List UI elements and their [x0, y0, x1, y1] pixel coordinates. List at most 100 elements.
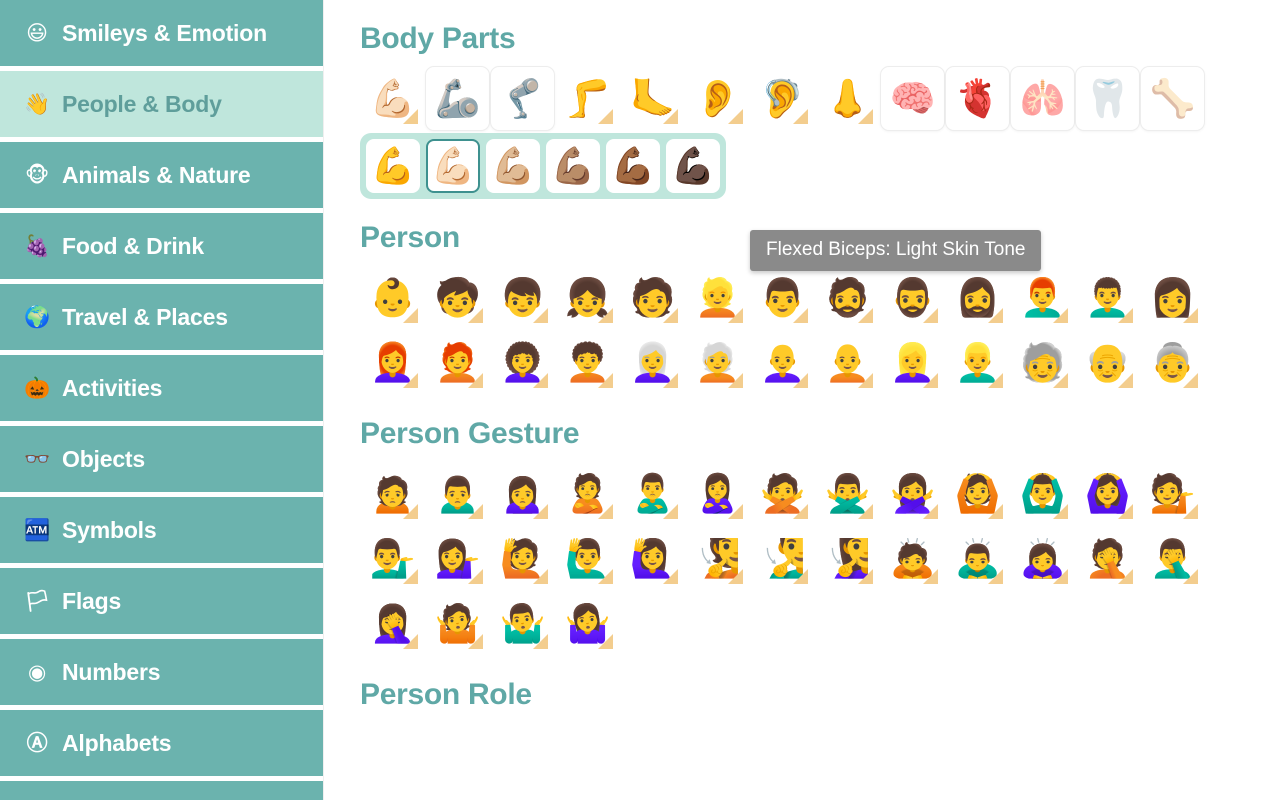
emoji-man-beard[interactable]: 🧔‍♂️ — [880, 265, 945, 330]
circled-a-icon: Ⓐ — [26, 731, 48, 755]
emoji-bone[interactable]: 🦴 — [1140, 66, 1205, 131]
grapes-icon: 🍇 — [24, 234, 50, 258]
jack-o-lantern-icon: 🎃 — [24, 376, 50, 400]
emoji-woman-frowning[interactable]: 🙍‍♀️ — [490, 461, 555, 526]
emoji-person-pouting[interactable]: 🙎 — [555, 461, 620, 526]
skin-tone-flexed-biceps-medium-skin-tone[interactable]: 💪🏽 — [546, 139, 600, 193]
emoji-woman-raising-hand[interactable]: 🙋‍♀️ — [620, 526, 685, 591]
emoji-man-gesturing-ok[interactable]: 🙆‍♂️ — [1010, 461, 1075, 526]
sidebar-item-symbols[interactable]: 🏧 Symbols — [0, 497, 323, 563]
emoji-tooth[interactable]: 🦷 — [1075, 66, 1140, 131]
sidebar-item-food-drink[interactable]: 🍇 Food & Drink — [0, 213, 323, 279]
emoji-person-shrugging[interactable]: 🤷 — [425, 591, 490, 656]
emoji-woman-blond-hair[interactable]: 👱‍♀️ — [880, 330, 945, 395]
emoji-woman-gesturing-ok[interactable]: 🙆‍♀️ — [1075, 461, 1140, 526]
emoji-deaf-woman[interactable]: 🧏‍♀️ — [815, 526, 880, 591]
emoji-deaf-person[interactable]: 🧏 — [685, 526, 750, 591]
emoji-person-red-hair[interactable]: 🧑‍🦰 — [425, 330, 490, 395]
emoji-old-man[interactable]: 👴 — [1075, 330, 1140, 395]
emoji-woman-tipping-hand[interactable]: 💁‍♀️ — [425, 526, 490, 591]
emoji-man[interactable]: 👨 — [750, 265, 815, 330]
emoji-person-white-hair[interactable]: 🧑‍🦳 — [685, 330, 750, 395]
sidebar-item-flags[interactable]: 🏳 Flags — [0, 568, 323, 634]
emoji-deaf-man[interactable]: 🧏‍♂️ — [750, 526, 815, 591]
emoji-person-blond-hair[interactable]: 👱 — [685, 265, 750, 330]
emoji-mechanical-leg[interactable]: 🦿 — [490, 66, 555, 131]
emoji-man-tipping-hand[interactable]: 💁‍♂️ — [360, 526, 425, 591]
emoji-person-curly-hair[interactable]: 🧑‍🦱 — [555, 330, 620, 395]
emoji-man-red-hair[interactable]: 👨‍🦰 — [1010, 265, 1075, 330]
emoji-foot[interactable]: 🦶 — [620, 66, 685, 131]
emoji-man-raising-hand[interactable]: 🙋‍♂️ — [555, 526, 620, 591]
emoji-woman-beard[interactable]: 🧔‍♀️ — [945, 265, 1010, 330]
emoji-ear-with-hearing-aid[interactable]: 🦻 — [750, 66, 815, 131]
emoji-person-gesturing-ok[interactable]: 🙆 — [945, 461, 1010, 526]
sidebar-item-animals-nature[interactable]: 🐵 Animals & Nature — [0, 142, 323, 208]
skin-tone-flexed-biceps-dark-skin-tone[interactable]: 💪🏿 — [666, 139, 720, 193]
emoji-person-raising-hand[interactable]: 🙋 — [490, 526, 555, 591]
emoji-nose[interactable]: 👃 — [815, 66, 880, 131]
emoji-woman-bald[interactable]: 👩‍🦲 — [750, 330, 815, 395]
emoji-woman-pouting[interactable]: 🙎‍♀️ — [685, 461, 750, 526]
emoji-flexed-biceps-light-skin-tone[interactable]: 💪🏻 — [360, 66, 425, 131]
sidebar-item-label: Objects — [62, 445, 145, 472]
emoji-man-facepalming[interactable]: 🤦‍♂️ — [1140, 526, 1205, 591]
emoji-person-tipping-hand[interactable]: 💁 — [1140, 461, 1205, 526]
sidebar-item-smileys-emotion[interactable]: 😃 Smileys & Emotion — [0, 0, 323, 66]
emoji-child[interactable]: 🧒 — [425, 265, 490, 330]
emoji-man-gesturing-no[interactable]: 🙅‍♂️ — [815, 461, 880, 526]
emoji-woman-red-hair[interactable]: 👩‍🦰 — [360, 330, 425, 395]
emoji-man-curly-hair[interactable]: 👨‍🦱 — [1075, 265, 1140, 330]
emoji-person-beard[interactable]: 🧔 — [815, 265, 880, 330]
sidebar-item-languages[interactable]: ㊎Languages — [0, 781, 323, 800]
emoji-woman-shrugging[interactable]: 🤷‍♀️ — [555, 591, 620, 656]
emoji-man-bowing[interactable]: 🙇‍♂️ — [945, 526, 1010, 591]
sidebar-item-alphabets[interactable]: Ⓐ Alphabets — [0, 710, 323, 776]
emoji-person-frowning[interactable]: 🙍 — [360, 461, 425, 526]
emoji-woman-gesturing-no[interactable]: 🙅‍♀️ — [880, 461, 945, 526]
skin-tone-flexed-biceps-light-skin-tone[interactable]: 💪🏻 — [426, 139, 480, 193]
sidebar-item-label: Food & Drink — [62, 232, 204, 259]
emoji-baby[interactable]: 👶 — [360, 265, 425, 330]
emoji-ear[interactable]: 👂 — [685, 66, 750, 131]
sidebar-item-label: Flags — [62, 587, 122, 614]
emoji-man-shrugging[interactable]: 🤷‍♂️ — [490, 591, 555, 656]
emoji-woman-curly-hair[interactable]: 👩‍🦱 — [490, 330, 555, 395]
emoji-brain[interactable]: 🧠 — [880, 66, 945, 131]
emoji-person[interactable]: 🧑 — [620, 265, 685, 330]
skin-tone-flexed-biceps-default[interactable]: 💪 — [366, 139, 420, 193]
emoji-man-frowning[interactable]: 🙍‍♂️ — [425, 461, 490, 526]
emoji-person-gesturing-no[interactable]: 🙅 — [750, 461, 815, 526]
atm-sign-icon: 🏧 — [24, 518, 50, 542]
skin-tone-flexed-biceps-medium-dark-skin[interactable]: 💪🏾 — [606, 139, 660, 193]
sidebar-item-label: Animals & Nature — [62, 161, 251, 188]
sidebar-item-numbers[interactable]: ◉ Numbers — [0, 639, 323, 705]
emoji-woman-facepalming[interactable]: 🤦‍♀️ — [360, 591, 425, 656]
sidebar-item-activities[interactable]: 🎃 Activities — [0, 355, 323, 421]
skin-tone-flexed-biceps-medium-light-skin[interactable]: 💪🏼 — [486, 139, 540, 193]
emoji-woman-white-hair[interactable]: 👩‍🦳 — [620, 330, 685, 395]
emoji-anatomical-heart[interactable]: 🫀 — [945, 66, 1010, 131]
emoji-person-bald[interactable]: 🧑‍🦲 — [815, 330, 880, 395]
emoji-boy[interactable]: 👦 — [490, 265, 555, 330]
emoji-man-blond-hair[interactable]: 👱‍♂️ — [945, 330, 1010, 395]
emoji-older-person[interactable]: 🧓 — [1010, 330, 1075, 395]
emoji-row: 💪🏻 🦾 🦿 🦵 🦶 👂 🦻 👃 🧠 🫀 🫁 🦷 🦴 — [360, 66, 1220, 131]
emoji-person-facepalming[interactable]: 🤦 — [1075, 526, 1140, 591]
emoji-mechanical-arm[interactable]: 🦾 — [425, 66, 490, 131]
emoji-woman[interactable]: 👩 — [1140, 265, 1205, 330]
emoji-leg[interactable]: 🦵 — [555, 66, 620, 131]
emoji-person-bowing[interactable]: 🙇 — [880, 526, 945, 591]
emoji-content-panel[interactable]: Body Parts 💪🏻 🦾 🦿 🦵 🦶 👂 🦻 👃 🧠 🫀 🫁 🦷 🦴 💪 💪🏻 💪🏼 💪🏽 💪🏾 💪🏿 Perso… — [324, 0, 1280, 800]
emoji-girl[interactable]: 👧 — [555, 265, 620, 330]
emoji-woman-bowing[interactable]: 🙇‍♀️ — [1010, 526, 1075, 591]
grinning-face-icon: 😃 — [26, 21, 48, 45]
sidebar-item-people-body[interactable]: 👋 People & Body — [0, 71, 323, 137]
emoji-section: Person 👶 🧒 👦 👧 🧑 👱 👨 🧔 🧔‍♂️ 🧔‍♀️ 👨‍🦰 👨‍🦱 👩 👩‍🦰 🧑‍🦰 👩‍🦱 🧑‍… — [360, 221, 1280, 395]
emoji-old-woman[interactable]: 👵 — [1140, 330, 1205, 395]
eyeglasses-icon: 👓 — [24, 447, 50, 471]
emoji-man-pouting[interactable]: 🙎‍♂️ — [620, 461, 685, 526]
sidebar-item-objects[interactable]: 👓 Objects — [0, 426, 323, 492]
sidebar-item-travel-places[interactable]: 🌍 Travel & Places — [0, 284, 323, 350]
emoji-lungs[interactable]: 🫁 — [1010, 66, 1075, 131]
